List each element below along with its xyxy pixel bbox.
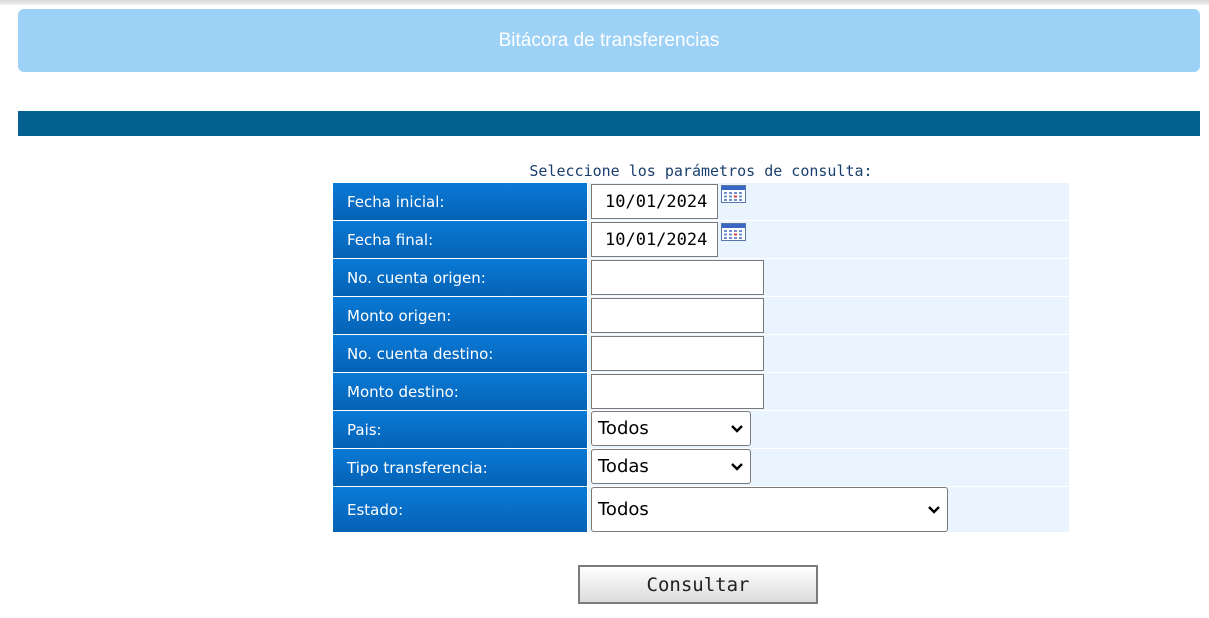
estado-label: Estado:	[333, 487, 588, 532]
row-monto-origen: Monto origen:	[333, 297, 1069, 335]
pais-cell: Todos	[588, 411, 1069, 448]
tipo-transferencia-select[interactable]: Todas	[591, 449, 751, 484]
row-estado: Estado: Todos	[333, 487, 1069, 533]
chevron-down-icon	[731, 424, 743, 433]
cuenta-origen-input[interactable]	[591, 260, 764, 295]
pais-label: Pais:	[333, 411, 588, 448]
fecha-final-input[interactable]	[591, 222, 718, 257]
cuenta-origen-label: No. cuenta origen:	[333, 259, 588, 296]
estado-selected-value: Todos	[598, 499, 649, 520]
cuenta-destino-label: No. cuenta destino:	[333, 335, 588, 372]
monto-origen-cell	[588, 297, 1069, 334]
cuenta-destino-cell	[588, 335, 1069, 372]
estado-select[interactable]: Todos	[591, 487, 948, 532]
tipo-transferencia-selected-value: Todas	[598, 456, 649, 477]
row-fecha-final: Fecha final:	[333, 221, 1069, 259]
tipo-transferencia-cell: Todas	[588, 449, 1069, 486]
row-pais: Pais: Todos	[333, 411, 1069, 449]
chevron-down-icon	[731, 462, 743, 471]
page-title: Bitácora de transferencias	[498, 29, 720, 51]
calendar-icon[interactable]	[721, 185, 746, 203]
consultar-button[interactable]: Consultar	[578, 565, 818, 604]
fecha-inicial-label: Fecha inicial:	[333, 183, 588, 220]
tipo-transferencia-label: Tipo transferencia:	[333, 449, 588, 486]
estado-cell: Todos	[588, 487, 1069, 532]
monto-origen-label: Monto origen:	[333, 297, 588, 334]
pais-selected-value: Todos	[598, 418, 649, 439]
row-cuenta-destino: No. cuenta destino:	[333, 335, 1069, 373]
monto-destino-input[interactable]	[591, 374, 764, 409]
fecha-final-label: Fecha final:	[333, 221, 588, 258]
cuenta-origen-cell	[588, 259, 1069, 296]
form-title: Seleccione los parámetros de consulta:	[529, 162, 873, 180]
row-fecha-inicial: Fecha inicial:	[333, 183, 1069, 221]
top-edge	[0, 0, 1209, 5]
query-form: Fecha inicial: Fecha final:	[333, 183, 1069, 533]
calendar-icon[interactable]	[721, 223, 746, 241]
monto-destino-cell	[588, 373, 1069, 410]
row-monto-destino: Monto destino:	[333, 373, 1069, 411]
fecha-inicial-cell	[588, 183, 1069, 220]
fecha-inicial-input[interactable]	[591, 184, 718, 219]
chevron-down-icon	[928, 505, 940, 514]
row-cuenta-origen: No. cuenta origen:	[333, 259, 1069, 297]
section-bar	[18, 111, 1200, 136]
pais-select[interactable]: Todos	[591, 411, 751, 446]
cuenta-destino-input[interactable]	[591, 336, 764, 371]
fecha-final-cell	[588, 221, 1069, 258]
monto-origen-input[interactable]	[591, 298, 764, 333]
monto-destino-label: Monto destino:	[333, 373, 588, 410]
page-title-banner: Bitácora de transferencias	[18, 9, 1200, 72]
row-tipo-transferencia: Tipo transferencia: Todas	[333, 449, 1069, 487]
